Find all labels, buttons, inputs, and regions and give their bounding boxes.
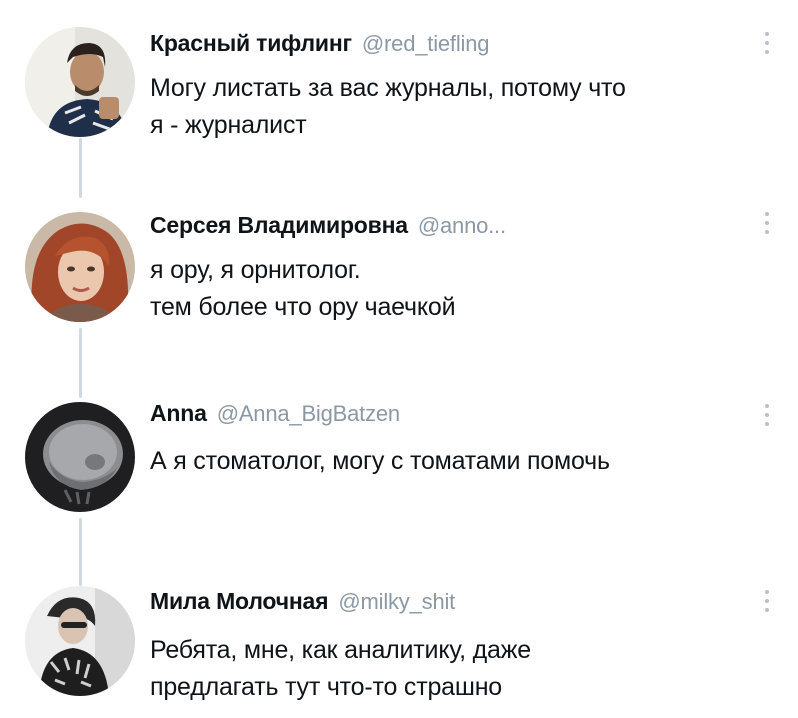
thread-connector-line bbox=[79, 518, 82, 586]
thread-connector-line bbox=[79, 328, 82, 398]
tweet-text: А я стоматолог, могу с томатами помочь bbox=[150, 443, 770, 480]
tweet-text: Ребята, мне, как аналитику, даже предлаг… bbox=[150, 632, 770, 706]
display-name[interactable]: Серсея Владимировна bbox=[150, 212, 408, 239]
more-options-icon[interactable] bbox=[760, 404, 774, 434]
reply-thread: Красный тифлинг @red_tiefling Могу листа… bbox=[0, 0, 798, 718]
tweet-text-line: тем более что ору чаечкой bbox=[150, 293, 456, 321]
avatar[interactable] bbox=[25, 586, 135, 696]
avatar[interactable] bbox=[25, 212, 135, 322]
more-options-icon[interactable] bbox=[760, 212, 774, 242]
profile-photo-redhead-woman-icon bbox=[25, 212, 135, 322]
tweet-text-line: А я стоматолог, могу с томатами помочь bbox=[150, 447, 610, 475]
user-handle[interactable]: @Anna_BigBatzen bbox=[217, 401, 400, 427]
profile-photo-skull-xray-icon bbox=[25, 402, 135, 512]
avatar[interactable] bbox=[25, 402, 135, 512]
tweet-text-line: предлагать тут что-то страшно bbox=[150, 673, 503, 701]
user-handle[interactable]: @milky_shit bbox=[338, 589, 455, 615]
tweet-text-line: Ребята, мне, как аналитику, даже bbox=[150, 636, 531, 664]
tweet[interactable]: Мила Молочная @milky_shit Ребята, мне, к… bbox=[0, 0, 798, 701]
more-options-icon[interactable] bbox=[760, 590, 774, 620]
tweet-text: я ору, я орнитолог. тем более что ору ча… bbox=[150, 252, 770, 326]
display-name[interactable]: Мила Молочная bbox=[150, 588, 329, 615]
user-handle[interactable]: @anno... bbox=[418, 213, 506, 239]
tweet-text-line: я ору, я орнитолог. bbox=[150, 256, 361, 284]
profile-photo-woman-icon bbox=[25, 586, 135, 696]
display-name[interactable]: Anna bbox=[150, 400, 207, 427]
